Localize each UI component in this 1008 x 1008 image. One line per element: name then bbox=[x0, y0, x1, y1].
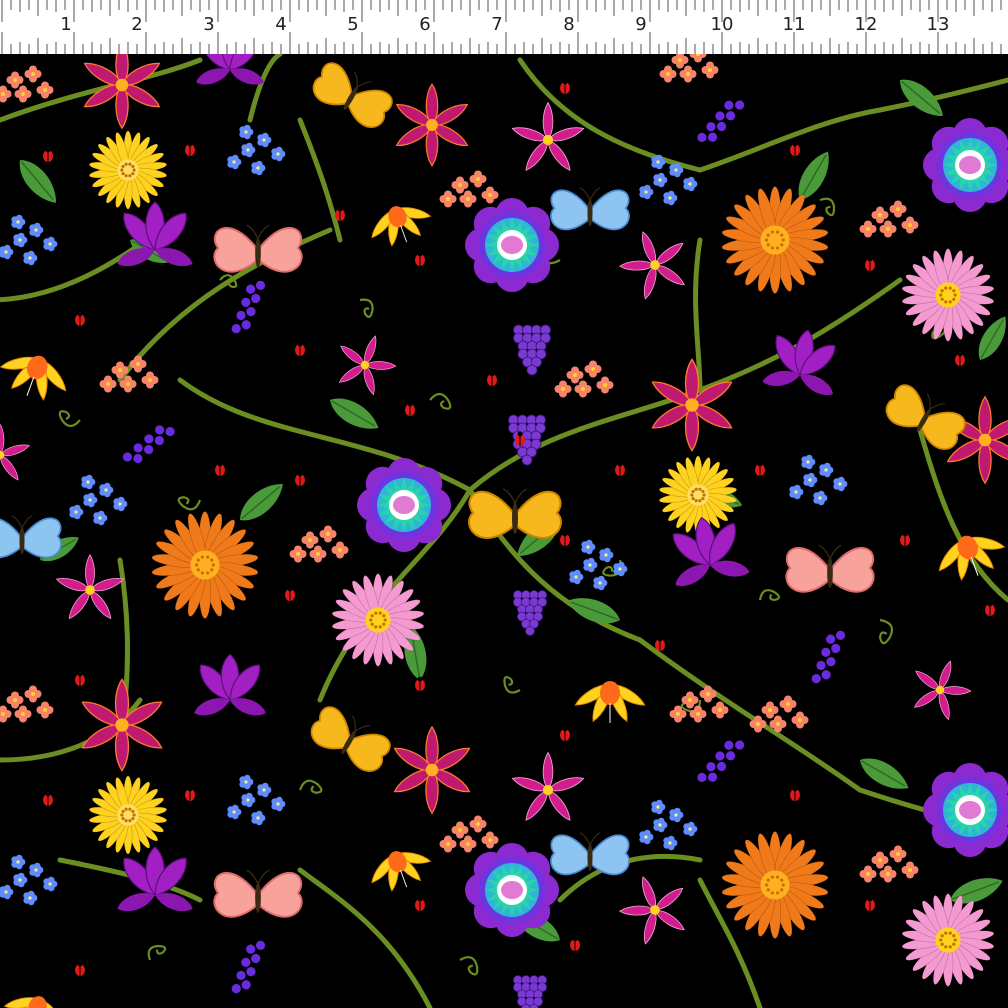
ruler-number: 6 bbox=[419, 14, 431, 35]
grape-cluster bbox=[512, 975, 548, 1008]
ruler-number: 1 bbox=[60, 14, 72, 35]
blue-mandala-flower bbox=[357, 458, 451, 552]
blue-mandala-flower bbox=[465, 198, 559, 292]
ruler-number: 3 bbox=[203, 14, 215, 35]
measuring-ruler: 1 2 3 4 5 6 7 8 9 10 11 12 13 bbox=[0, 0, 1008, 55]
ruler-number: 7 bbox=[491, 14, 503, 35]
ruler-number: 4 bbox=[275, 14, 287, 35]
ruler-number: 12 bbox=[854, 14, 878, 35]
floral-pattern bbox=[0, 54, 1008, 1008]
floral-fabric-print bbox=[0, 54, 1008, 1008]
ruler-number: 5 bbox=[347, 14, 359, 35]
ruler-number: 11 bbox=[782, 14, 806, 35]
ruler-number: 8 bbox=[563, 14, 575, 35]
ruler-number: 9 bbox=[635, 14, 647, 35]
ruler-number: 2 bbox=[131, 14, 143, 35]
ruler-number: 10 bbox=[710, 14, 734, 35]
ruler-number: 13 bbox=[926, 14, 950, 35]
blue-mandala-flower bbox=[465, 843, 559, 937]
